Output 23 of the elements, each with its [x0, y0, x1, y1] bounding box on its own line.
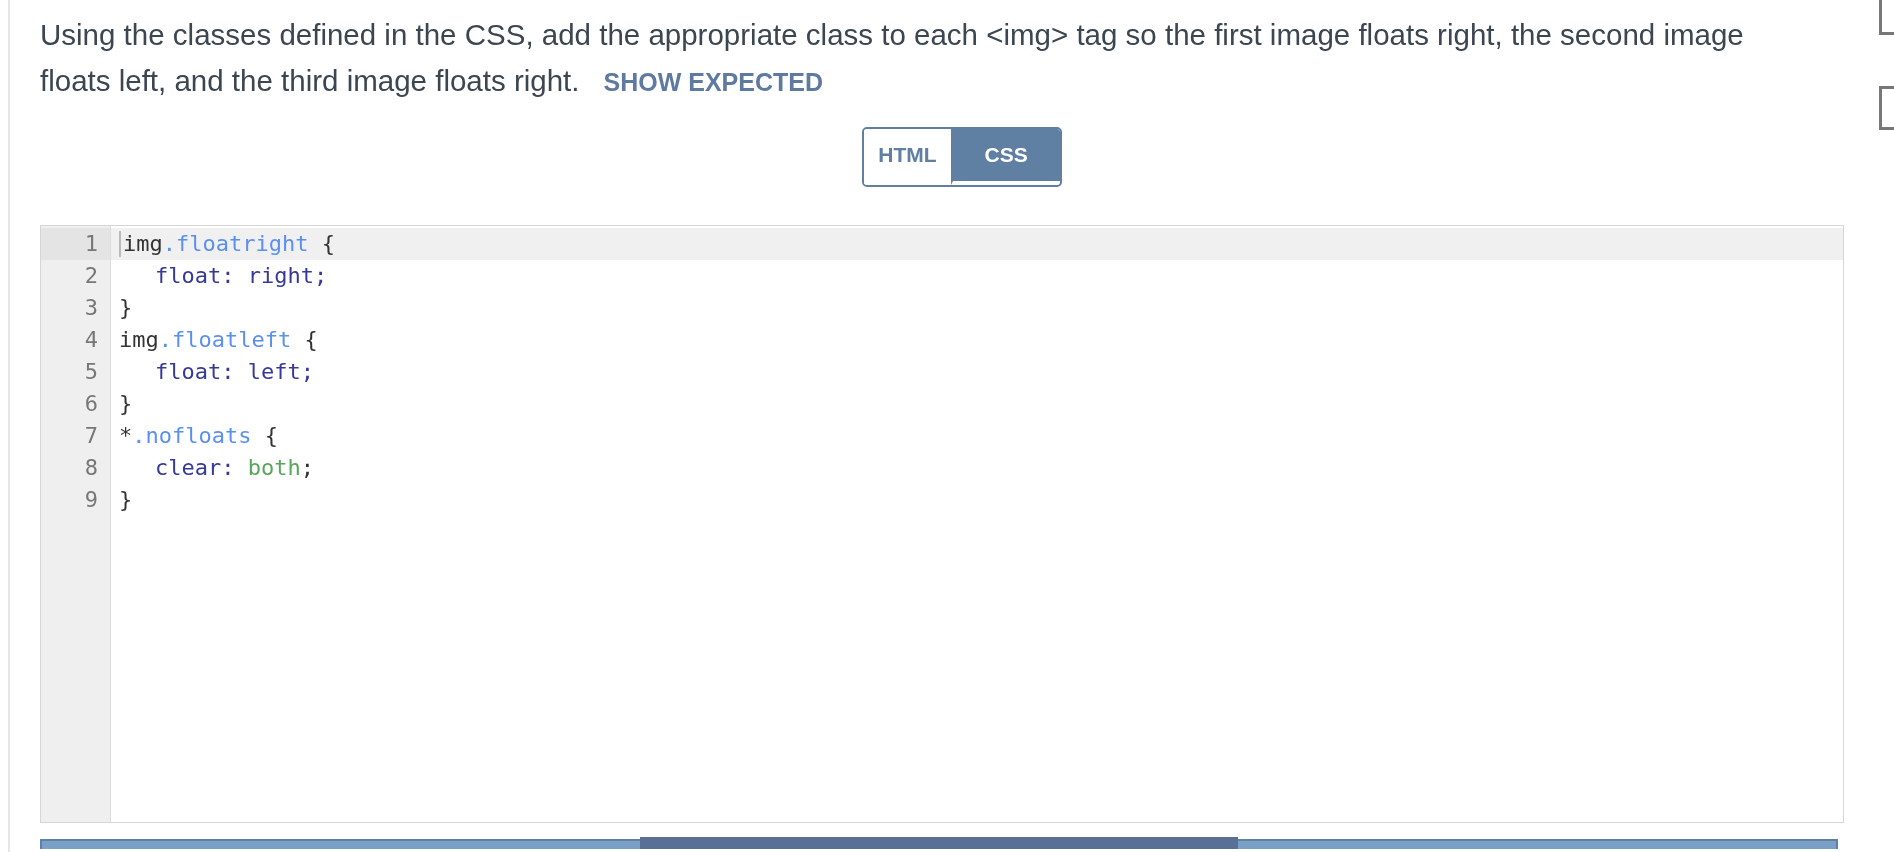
code-line: img.floatleft {: [119, 326, 318, 354]
code-line: clear: both;: [155, 454, 314, 482]
code-line: }: [119, 294, 133, 322]
instruction-text: Using the classes defined in the CSS, add the appropriate class to each <img> tag so the first image floats right, the second image floats left, and the third image floats right. SHOW EXPECTED: [40, 17, 1745, 99]
code-line: }: [119, 390, 133, 418]
code-line: }: [119, 486, 133, 514]
code-line: *.nofloats {: [119, 422, 278, 450]
line-number: 1: [41, 228, 110, 260]
line-number: 2: [83, 262, 99, 290]
line-number: 6: [83, 390, 99, 418]
line-number: 3: [83, 294, 99, 322]
line-number: 9: [83, 486, 99, 514]
text-cursor: [119, 231, 121, 257]
line-number: 5: [83, 358, 99, 386]
code-line: img.floatright {: [123, 230, 335, 258]
line-number: 4: [83, 326, 99, 354]
code-line: float: left;: [155, 358, 314, 386]
show-expected-link[interactable]: SHOW EXPECTED: [603, 68, 823, 96]
code-editor[interactable]: 1 2 3 4 5 6 7 8 9 img.floatright { float: right; } img.floatleft { float: left; } *.nofloats { clear: both; }: [40, 225, 1844, 823]
tab[interactable]: CSS: [950, 129, 1060, 185]
line-number: 7: [83, 422, 99, 450]
code-line: float: right;: [155, 262, 328, 290]
line-number: 8: [83, 454, 99, 482]
